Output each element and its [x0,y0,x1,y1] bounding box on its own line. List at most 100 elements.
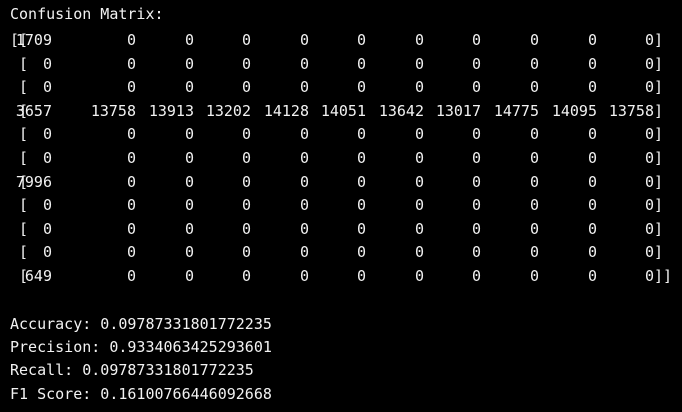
matrix-cell: 0 [184,243,194,262]
matrix-cell: 0 [356,125,366,144]
matrix-row-close-bracket: ] [654,78,664,97]
matrix-cell: 0 [644,172,654,191]
matrix-row-close-bracket: ] [654,149,664,167]
matrix-cell: 0 [644,243,654,262]
matrix-cell: 13758 [608,101,654,120]
matrix-cell: 0 [184,78,194,97]
matrix-cell: 0 [471,172,481,191]
matrix-row-close-bracket: ] [654,31,664,49]
matrix-row-close-bracket: ]] [654,267,673,285]
matrix-cell: 0 [529,31,539,49]
matrix-cell: 0 [42,243,52,262]
matrix-cell: 0 [529,149,539,167]
matrix-cell: 0 [644,125,654,144]
matrix-cell: 14775 [493,101,539,120]
matrix-cell: 0 [299,78,309,97]
matrix-cell: 0 [241,125,251,144]
matrix-cell: 0 [471,125,481,144]
matrix-cell: 0 [644,219,654,238]
matrix-cell: 7996 [15,172,52,191]
matrix-cell: 0 [644,54,654,73]
matrix-cell: 0 [356,196,366,215]
matrix-cell: 13642 [378,101,424,120]
matrix-cell: 0 [414,149,424,167]
matrix-cell: 0 [587,267,597,285]
matrix-cell: 0 [184,172,194,191]
matrix-cell: 0 [299,267,309,285]
matrix-cell: 0 [126,31,136,49]
matrix-cell: 0 [414,31,424,49]
matrix-cell: 0 [184,125,194,144]
matrix-row-close-bracket: ] [654,54,664,73]
matrix-cell: 0 [414,267,424,285]
matrix-cell: 0 [471,78,481,97]
matrix-cell: 0 [587,78,597,97]
matrix-cell: 0 [414,172,424,191]
matrix-row-close-bracket: ] [654,101,664,120]
matrix-cell: 0 [184,267,194,285]
matrix-cell: 0 [126,267,136,285]
matrix-cell: 0 [241,149,251,167]
matrix-cell: 0 [299,31,309,49]
accuracy-text: Accuracy: 0.09787331801772235 [10,315,272,333]
matrix-cell: 0 [587,172,597,191]
matrix-cell: 14051 [320,101,366,120]
matrix-cell: 0 [414,219,424,238]
matrix-cell: 0 [126,78,136,97]
matrix-cell: 0 [414,54,424,73]
recall-text: Recall: 0.09787331801772235 [10,361,254,379]
matrix-cell: 0 [126,219,136,238]
f1-score-text: F1 Score: 0.16100766446092668 [10,385,272,403]
matrix-cell: 0 [42,219,52,238]
matrix-cell: 0 [644,31,654,49]
matrix-cell: 14128 [263,101,309,120]
matrix-cell: 0 [356,172,366,191]
matrix-cell: 0 [356,243,366,262]
matrix-cell: 0 [241,219,251,238]
matrix-cell: 0 [471,196,481,215]
matrix-cell: 0 [644,267,654,285]
matrix-cell: 0 [471,243,481,262]
matrix-cell: 0 [414,243,424,262]
precision-text: Precision: 0.9334063425293601 [10,338,272,356]
matrix-cell: 0 [299,172,309,191]
matrix-cell: 0 [126,54,136,73]
matrix-cell: 0 [529,125,539,144]
matrix-cell: 0 [587,196,597,215]
matrix-cell: 0 [587,54,597,73]
matrix-cell: 0 [184,149,194,167]
matrix-cell: 13913 [148,101,194,120]
matrix-cell: 0 [241,54,251,73]
matrix-cell: 0 [471,31,481,49]
matrix-cell: 0 [241,196,251,215]
matrix-cell: 0 [587,125,597,144]
matrix-cell: 0 [184,54,194,73]
matrix-cell: 0 [529,54,539,73]
matrix-cell: 0 [529,219,539,238]
matrix-cell: 0 [471,149,481,167]
matrix-cell: 0 [529,267,539,285]
matrix-cell: 0 [184,196,194,215]
matrix-cell: 0 [241,31,251,49]
matrix-cell: 0 [356,54,366,73]
matrix-cell: 0 [241,243,251,262]
matrix-cell: 0 [471,54,481,73]
matrix-cell: 0 [42,125,52,144]
matrix-cell: 0 [644,196,654,215]
matrix-cell: 0 [42,78,52,97]
matrix-cell: 649 [24,267,52,285]
matrix-cell: 13017 [435,101,481,120]
matrix-cell: 0 [471,267,481,285]
matrix-cell: 0 [299,196,309,215]
matrix-cell: 0 [644,78,654,97]
matrix-cell: 0 [587,31,597,49]
matrix-cell: 0 [126,149,136,167]
matrix-cell: 0 [299,219,309,238]
matrix-cell: 0 [587,219,597,238]
matrix-cell: 0 [241,267,251,285]
matrix-cell: 0 [356,149,366,167]
matrix-cell: 0 [529,172,539,191]
matrix-cell: 1709 [15,31,52,49]
matrix-row-close-bracket: ] [654,172,664,191]
matrix-cell: 0 [414,78,424,97]
